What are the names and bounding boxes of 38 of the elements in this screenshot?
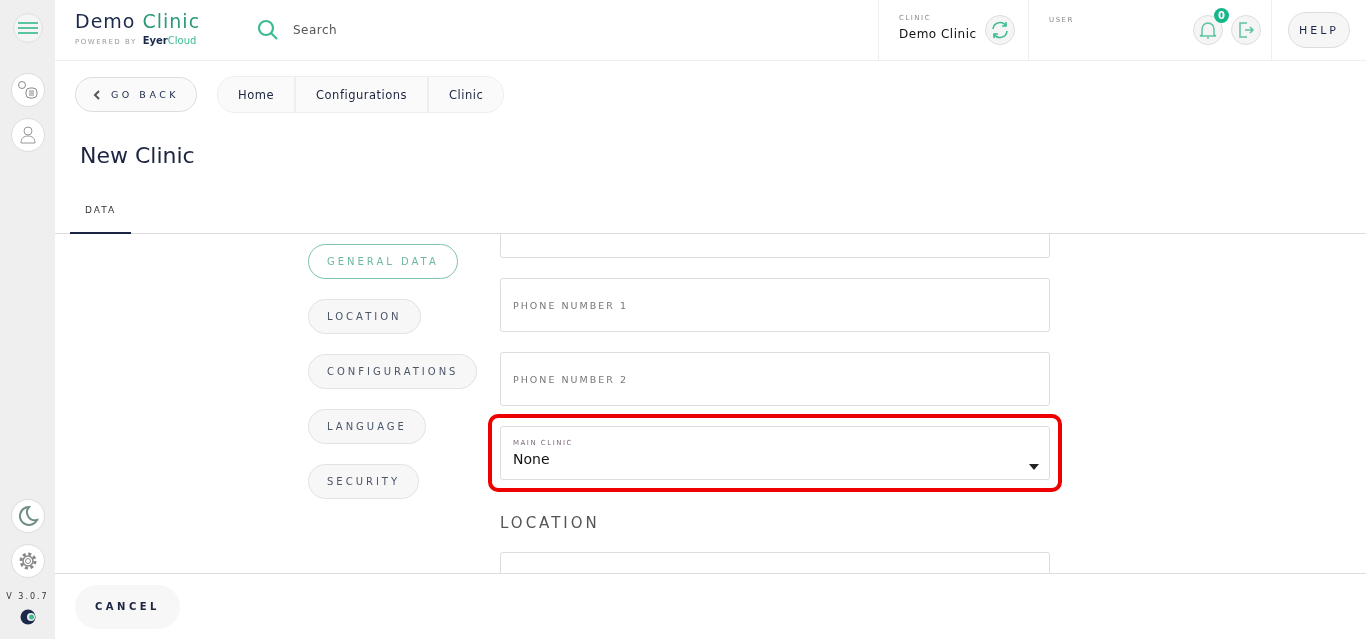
section-heading: LOCATION (500, 514, 601, 532)
logout-icon (1237, 21, 1255, 39)
breadcrumb-link[interactable]: Clinic (427, 77, 504, 112)
settings-button[interactable] (10, 544, 45, 578)
input-field[interactable]: PHONE NUMBER 2 (500, 352, 1050, 406)
section-button[interactable]: LANGUAGE (308, 409, 426, 444)
refresh-icon (989, 20, 1010, 40)
breadcrumb-link[interactable]: Configurations (294, 77, 428, 112)
cancel-button[interactable]: CANCEL (75, 584, 180, 629)
section-button[interactable]: SECURITY (308, 464, 420, 499)
maker-name: EyerCloud (142, 35, 197, 46)
app-title: Demo Clinic (75, 10, 202, 32)
chevron-left-icon (93, 88, 101, 101)
person-icon (18, 125, 37, 145)
section-button[interactable]: CONFIGURATIONS (308, 354, 478, 389)
moon-icon (16, 505, 39, 527)
tab[interactable]: DATA (70, 205, 132, 234)
go-back-button[interactable]: GO BACK (75, 77, 198, 112)
version-text: V 3.0.7 (6, 592, 49, 601)
dark-mode-button[interactable] (10, 499, 45, 533)
logo-icon (19, 609, 36, 625)
menu-icon (16, 21, 39, 35)
logout-button[interactable] (1231, 15, 1261, 45)
input-field[interactable]: PHONE NUMBER 1 (500, 278, 1050, 332)
section-button[interactable]: LOCATION (308, 299, 421, 334)
list-icon (16, 80, 39, 100)
menu-button[interactable] (12, 13, 43, 43)
search-icon (257, 19, 279, 41)
help-button[interactable]: HELP (1288, 12, 1350, 48)
queue-button[interactable] (10, 73, 45, 107)
notification-count: 0 (1214, 8, 1229, 23)
page-title: New Clinic (80, 143, 196, 168)
bell-icon (1199, 20, 1217, 40)
clinic-name: Demo Clinic (899, 26, 977, 41)
caret-icon (1029, 464, 1039, 470)
switch-clinic-button[interactable] (984, 15, 1015, 45)
user-button[interactable] (10, 118, 45, 152)
breadcrumb-link[interactable]: Home (218, 77, 295, 112)
